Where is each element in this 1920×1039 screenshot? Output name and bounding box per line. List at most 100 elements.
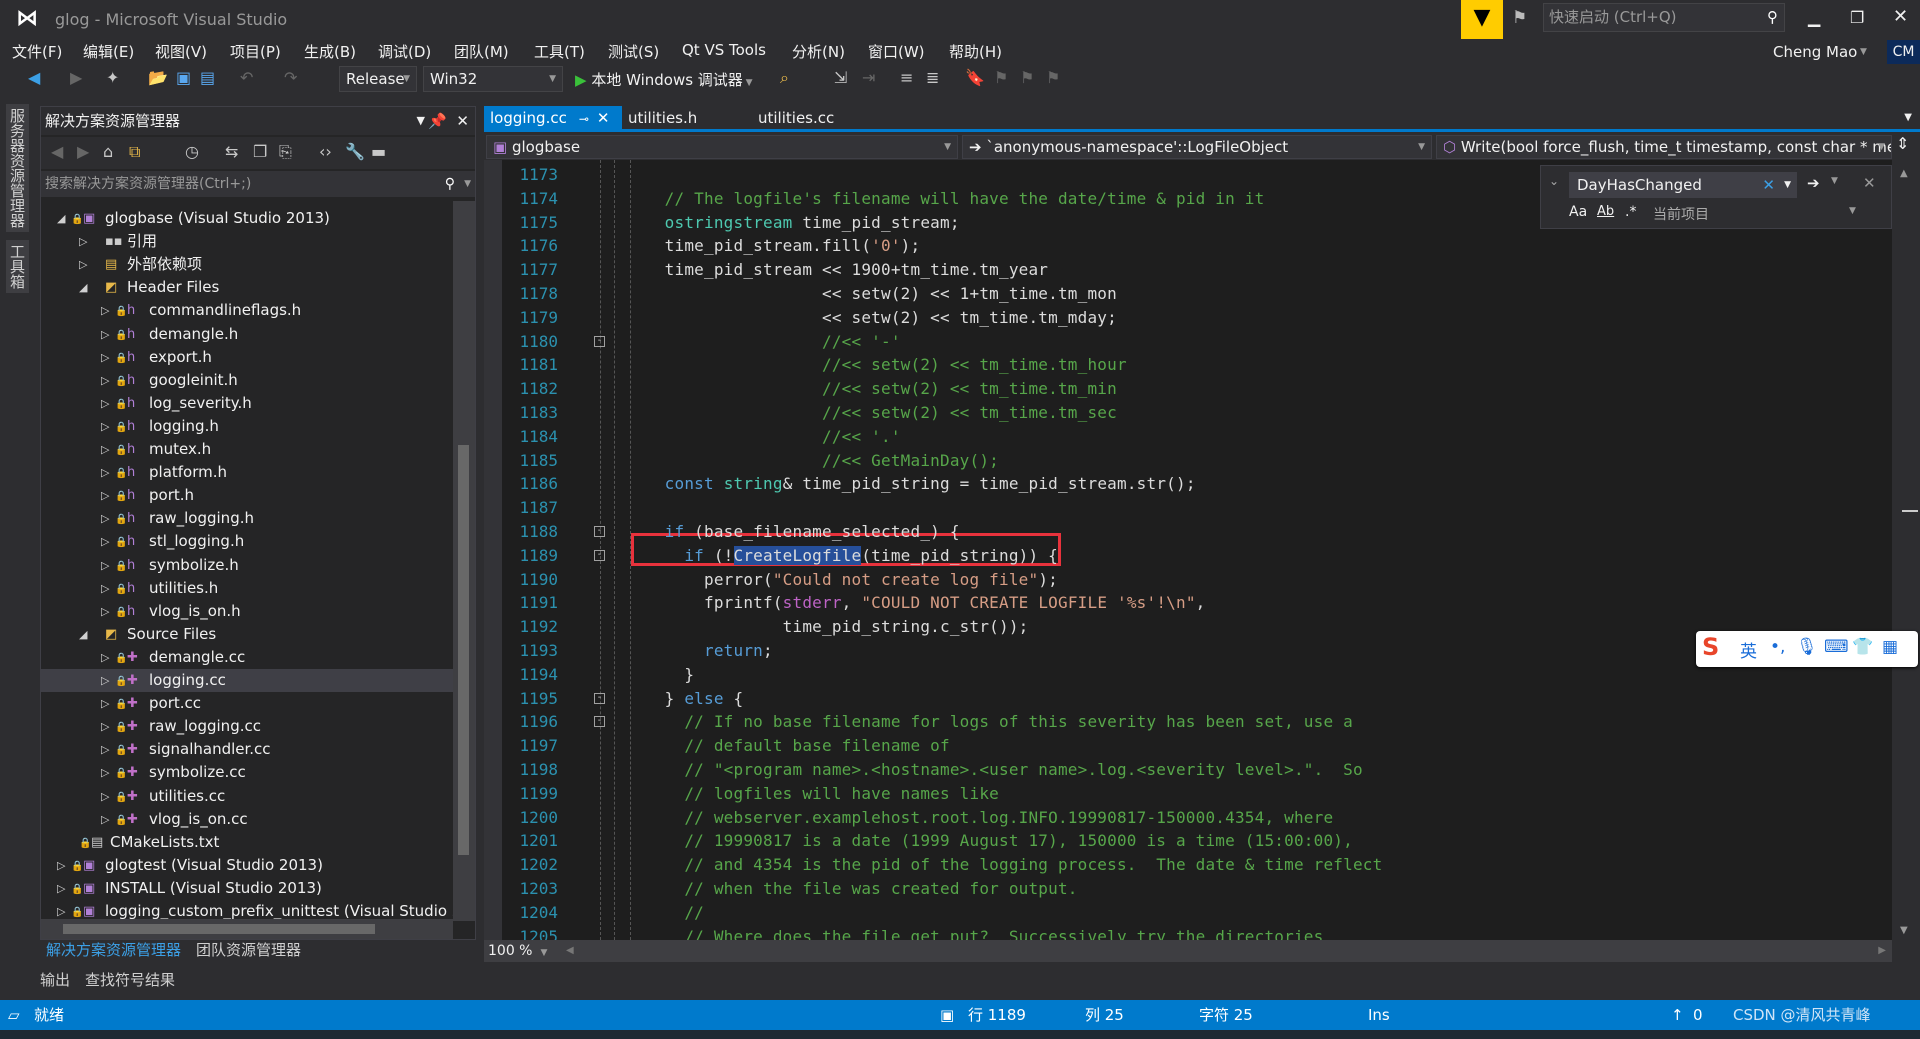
tree-item[interactable]: ◢ 🔒 ▣ glogbase (Visual Studio 2013) (41, 207, 453, 230)
close-find-icon[interactable]: ✕ (1863, 174, 1876, 192)
tab-logging-cc[interactable]: logging.cc ⊸ ✕ (484, 106, 622, 130)
close-window-button[interactable]: ✕ (1893, 6, 1908, 27)
tree-item[interactable]: ▷ 🔒 ✚ signalhandler.cc (41, 738, 453, 761)
expand-arrow-icon[interactable]: ▷ (101, 346, 109, 369)
regex-icon[interactable]: .* (1625, 204, 1636, 220)
close-tab-icon[interactable]: ✕ (597, 109, 610, 127)
uncomment-lines-icon[interactable]: ≣ (926, 68, 939, 87)
microphone-icon[interactable]: 🎙 (1796, 637, 1818, 657)
user-dropdown-icon[interactable]: ▼ (1860, 47, 1867, 57)
tree-item[interactable]: ▷ 🔒 h export.h (41, 346, 453, 369)
expand-arrow-icon[interactable]: ▷ (101, 669, 109, 692)
forward-icon[interactable]: ▶ (70, 68, 82, 87)
expand-arrow-icon[interactable]: ▷ (101, 808, 109, 831)
expand-arrow-icon[interactable]: ▷ (79, 230, 87, 253)
pending-count[interactable]: 0 (1693, 1000, 1703, 1030)
menu-qt-vs-tools[interactable]: Qt VS Tools (682, 41, 766, 59)
tree-item[interactable]: ▷ ▪▪ 引用 (41, 230, 453, 253)
configuration-dropdown[interactable]: Release ▼ (339, 66, 417, 92)
tree-vertical-scrollbar[interactable] (453, 201, 475, 921)
expand-arrow-icon[interactable]: ▷ (101, 738, 109, 761)
tab-team-explorer[interactable]: 团队资源管理器 (196, 939, 301, 960)
quick-launch-input[interactable]: 快速启动 (Ctrl+Q) ⚲ (1543, 3, 1785, 32)
open-file-icon[interactable]: 📂 (148, 68, 168, 87)
collapse-arrow-icon[interactable]: ◢ (79, 276, 87, 299)
expand-arrow-icon[interactable]: ▷ (101, 554, 109, 577)
tree-item[interactable]: ▷ 🔒 ▣ INSTALL (Visual Studio 2013) (41, 877, 453, 900)
scroll-left-icon[interactable]: ◀ (566, 940, 574, 962)
comment-lines-icon[interactable]: ≡ (900, 68, 913, 87)
menu-debug[interactable]: 调试(D) (378, 41, 431, 62)
forward-icon[interactable]: ▶ (77, 142, 89, 161)
feedback-icon[interactable]: ▼ (1461, 0, 1503, 39)
skin-icon[interactable]: 👕 (1852, 637, 1873, 657)
publish-icon[interactable]: ↑ (1671, 1000, 1684, 1030)
tree-item[interactable]: ▷ 🔒 h symbolize.h (41, 554, 453, 577)
menu-file[interactable]: 文件(F) (12, 41, 62, 62)
expand-arrow-icon[interactable]: ▷ (101, 507, 109, 530)
collapse-region-icon[interactable]: - (594, 549, 605, 561)
tab-utilities-h[interactable]: utilities.h (622, 106, 703, 130)
tree-item[interactable]: ▷ 🔒 h stl_logging.h (41, 530, 453, 553)
expand-arrow-icon[interactable]: ▷ (79, 253, 87, 276)
platform-dropdown[interactable]: Win32 ▼ (423, 66, 563, 92)
properties-icon[interactable]: 🔧 (345, 142, 365, 161)
menu-edit[interactable]: 编辑(E) (83, 41, 134, 62)
preview-icon[interactable]: ▬ (371, 142, 386, 161)
pin-icon[interactable]: ⊸ (579, 112, 589, 126)
match-case-icon[interactable]: Aa (1569, 204, 1587, 220)
expand-arrow-icon[interactable]: ▷ (101, 785, 109, 808)
expand-arrow-icon[interactable]: ▷ (101, 323, 109, 346)
editor-vertical-scrollbar[interactable]: ▲ ▼ (1892, 160, 1920, 940)
notifications-icon[interactable]: ⚑ (1512, 8, 1527, 28)
menu-analyze[interactable]: 分析(N) (792, 41, 845, 62)
tab-output[interactable]: 输出 (40, 969, 70, 990)
find-input[interactable]: DayHasChanged ✕ ▼ (1569, 172, 1797, 198)
collapse-arrow-icon[interactable]: ◢ (57, 207, 65, 230)
scroll-thumb[interactable] (458, 445, 469, 855)
scroll-down-icon[interactable]: ▼ (1900, 925, 1908, 936)
expand-arrow-icon[interactable]: ▷ (101, 415, 109, 438)
save-icon[interactable]: ▣ (176, 68, 191, 87)
menu-build[interactable]: 生成(B) (304, 41, 356, 62)
match-whole-word-icon[interactable]: Ab (1597, 204, 1614, 219)
tree-item[interactable]: ▷ 🔒 h log_severity.h (41, 392, 453, 415)
member-dropdown[interactable]: ⬡ Write(bool force_flush, time_t timesta… (1436, 135, 1892, 159)
view-code-icon[interactable]: ‹› (319, 142, 332, 161)
tree-item[interactable]: ▷ 🔒 h vlog_is_on.h (41, 600, 453, 623)
code-area[interactable]: 1173 1174 // The logfile's filename will … (484, 160, 1892, 940)
tree-item[interactable]: ▷ 🔒 ✚ port.cc (41, 692, 453, 715)
pin-icon[interactable]: 📌 (428, 107, 447, 135)
tree-item[interactable]: ▷ 🔒 h mutex.h (41, 438, 453, 461)
tree-item[interactable]: ▷ 🔒 h platform.h (41, 461, 453, 484)
tree-item[interactable]: ▷ 🔒 ✚ symbolize.cc (41, 761, 453, 784)
next-bookmark-icon[interactable]: ⚑ (1020, 68, 1034, 87)
bookmark-icon[interactable]: 🔖 (965, 68, 985, 87)
step-over-icon[interactable]: ⇥ (862, 68, 875, 87)
tree-item[interactable]: ▷ 🔒 ▣ glogtest (Visual Studio 2013) (41, 854, 453, 877)
new-project-icon[interactable]: ✦ (106, 68, 119, 87)
clear-search-icon[interactable]: ✕ (1762, 172, 1775, 198)
expand-arrow-icon[interactable]: ▷ (101, 715, 109, 738)
scroll-thumb[interactable] (63, 924, 375, 934)
find-options-icon[interactable]: ▼ (1831, 176, 1838, 186)
expand-arrow-icon[interactable]: ▷ (101, 461, 109, 484)
ime-language-toggle[interactable]: 英 (1740, 637, 1757, 662)
tree-item[interactable]: ▷ 🔒 ✚ utilities.cc (41, 785, 453, 808)
expand-arrow-icon[interactable]: ▷ (101, 692, 109, 715)
expand-arrow-icon[interactable]: ▷ (101, 761, 109, 784)
menu-test[interactable]: 测试(S) (608, 41, 659, 62)
scroll-right-icon[interactable]: ▶ (1878, 940, 1886, 962)
back-icon[interactable]: ◀ (28, 68, 40, 87)
redo-icon[interactable]: ↷ (284, 68, 297, 87)
tree-horizontal-scrollbar[interactable] (41, 919, 453, 939)
tree-item[interactable]: ◢ ◩ Source Files (41, 623, 453, 646)
close-icon[interactable]: ✕ (456, 107, 469, 135)
menu-project[interactable]: 项目(P) (230, 41, 281, 62)
keyboard-icon[interactable]: ⌨ (1824, 637, 1849, 657)
panel-menu-icon[interactable]: ▼ (417, 107, 425, 135)
expand-arrow-icon[interactable]: ▷ (101, 369, 109, 392)
undo-icon[interactable]: ↶ (240, 68, 253, 87)
pending-changes-icon[interactable]: ◷ (185, 142, 199, 161)
tree-item[interactable]: ▷ 🔒 h raw_logging.h (41, 507, 453, 530)
